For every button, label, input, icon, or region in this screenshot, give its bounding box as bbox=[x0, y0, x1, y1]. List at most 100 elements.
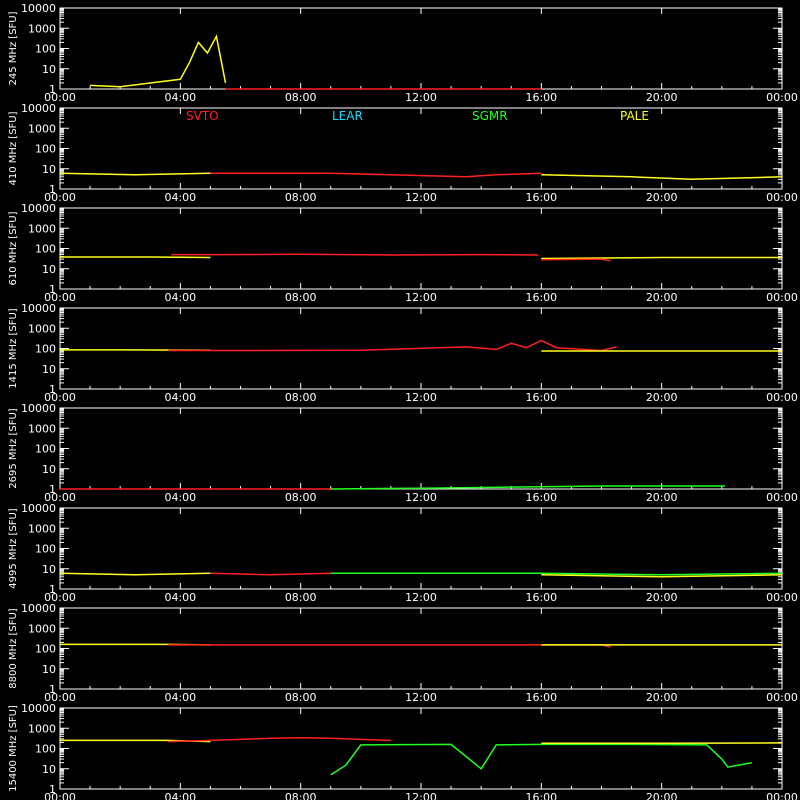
y-tick-label: 1000 bbox=[28, 222, 56, 235]
legend-svto: SVTO bbox=[186, 109, 219, 123]
x-tick-label: 12:00 bbox=[405, 791, 437, 800]
x-tick-label: 08:00 bbox=[285, 791, 317, 800]
x-tick-label: 20:00 bbox=[646, 791, 678, 800]
x-tick-label: 16:00 bbox=[525, 191, 557, 204]
panel-4995: 11010010001000000:00 04:00 08:00 12:00 16:00… bbox=[8, 502, 798, 604]
y-axis-title: 1415 MHz [SFU] bbox=[8, 308, 19, 389]
x-tick-label: 12:00 bbox=[405, 491, 437, 504]
y-tick-label: 1000 bbox=[28, 622, 56, 635]
y-axis-title: 8800 MHz [SFU] bbox=[8, 608, 19, 689]
x-tick-label: 08:00 bbox=[285, 191, 317, 204]
y-tick-label: 10000 bbox=[21, 702, 56, 715]
x-tick-label: 00:00 bbox=[766, 91, 798, 104]
y-tick-label: 100 bbox=[35, 443, 56, 456]
series-pale bbox=[60, 256, 211, 259]
series-svto bbox=[541, 258, 611, 262]
x-tick-label: 04:00 bbox=[164, 291, 196, 304]
y-tick-label: 100 bbox=[35, 643, 56, 656]
y-tick-label: 1000 bbox=[28, 22, 56, 35]
series-svto bbox=[168, 339, 617, 352]
x-tick-label: 12:00 bbox=[405, 391, 437, 404]
y-axis-title: 4995 MHz [SFU] bbox=[8, 508, 19, 589]
x-tick-label: 00:00 bbox=[766, 791, 798, 800]
y-tick-label: 10000 bbox=[21, 502, 56, 515]
x-tick-label: 00:00 bbox=[766, 691, 798, 704]
panel-frame bbox=[59, 407, 783, 490]
y-axis-title: 610 MHz [SFU] bbox=[8, 211, 19, 285]
y-tick-label: 100 bbox=[35, 543, 56, 556]
panel-frame bbox=[59, 7, 783, 90]
x-tick-label: 04:00 bbox=[164, 791, 196, 800]
x-tick-label: 16:00 bbox=[525, 291, 557, 304]
y-tick-label: 10 bbox=[42, 763, 56, 776]
x-tick-label: 08:00 bbox=[285, 91, 317, 104]
x-tick-label: 00:00 bbox=[766, 291, 798, 304]
y-tick-label: 10 bbox=[42, 163, 56, 176]
station-legend: SVTO LEAR SGMR PALE bbox=[0, 109, 800, 125]
x-tick-label: 20:00 bbox=[646, 491, 678, 504]
legend-lear: LEAR bbox=[332, 109, 363, 123]
x-tick-label: 16:00 bbox=[525, 391, 557, 404]
x-tick-label: 20:00 bbox=[646, 691, 678, 704]
y-axis-title: 2695 MHz [SFU] bbox=[8, 408, 19, 489]
x-tick-label: 16:00 bbox=[525, 591, 557, 604]
x-tick-label: 20:00 bbox=[646, 191, 678, 204]
legend-pale: PALE bbox=[620, 109, 649, 123]
series-pale bbox=[59, 572, 211, 576]
y-tick-label: 10 bbox=[42, 63, 56, 76]
series-pale bbox=[541, 256, 782, 260]
y-tick-label: 10 bbox=[42, 563, 56, 576]
x-tick-label: 20:00 bbox=[646, 291, 678, 304]
series-pale bbox=[90, 34, 227, 88]
x-tick-label: 00:00 bbox=[44, 791, 76, 800]
series-svto bbox=[210, 172, 542, 178]
x-tick-label: 16:00 bbox=[525, 491, 557, 504]
panel-610: 11010010001000000:00 04:00 08:00 12:00 16:00… bbox=[8, 202, 798, 304]
x-tick-label: 16:00 bbox=[525, 791, 557, 800]
x-tick-label: 00:00 bbox=[766, 191, 798, 204]
x-tick-label: 08:00 bbox=[285, 291, 317, 304]
legend-sgmr: SGMR bbox=[472, 109, 508, 123]
x-tick-label: 00:00 bbox=[766, 591, 798, 604]
x-tick-label: 00:00 bbox=[766, 391, 798, 404]
x-tick-label: 20:00 bbox=[646, 91, 678, 104]
x-tick-label: 12:00 bbox=[405, 191, 437, 204]
x-tick-label: 20:00 bbox=[646, 391, 678, 404]
x-tick-label: 20:00 bbox=[646, 591, 678, 604]
x-tick-label: 08:00 bbox=[285, 391, 317, 404]
y-tick-label: 10 bbox=[42, 663, 56, 676]
series-pale bbox=[59, 172, 211, 176]
x-tick-label: 12:00 bbox=[405, 591, 437, 604]
y-tick-label: 1000 bbox=[28, 722, 56, 735]
series-svto bbox=[210, 572, 331, 576]
x-tick-label: 08:00 bbox=[285, 691, 317, 704]
y-tick-label: 10000 bbox=[21, 602, 56, 615]
y-tick-label: 100 bbox=[35, 43, 56, 56]
y-tick-label: 100 bbox=[35, 743, 56, 756]
x-tick-label: 08:00 bbox=[285, 591, 317, 604]
y-tick-label: 10000 bbox=[21, 2, 56, 15]
y-tick-label: 1000 bbox=[28, 522, 56, 535]
x-tick-label: 12:00 bbox=[405, 291, 437, 304]
x-tick-label: 04:00 bbox=[164, 391, 196, 404]
panel-1415: 11010010001000000:00 04:00 08:00 12:00 16:00… bbox=[8, 302, 798, 404]
x-tick-label: 12:00 bbox=[405, 691, 437, 704]
x-tick-label: 04:00 bbox=[164, 91, 196, 104]
y-tick-label: 100 bbox=[35, 143, 56, 156]
series-pale bbox=[541, 174, 783, 181]
y-tick-label: 100 bbox=[35, 243, 56, 256]
series-svto bbox=[168, 736, 391, 743]
x-tick-label: 16:00 bbox=[525, 691, 557, 704]
y-tick-label: 1000 bbox=[28, 322, 56, 335]
x-tick-label: 04:00 bbox=[164, 491, 196, 504]
y-tick-label: 10000 bbox=[21, 202, 56, 215]
y-axis-title: 15400 MHz [SFU] bbox=[8, 705, 19, 792]
y-axis-title: 245 MHz [SFU] bbox=[8, 11, 19, 85]
y-tick-label: 10 bbox=[42, 263, 56, 276]
y-tick-label: 100 bbox=[35, 343, 56, 356]
panel-245: 11010010001000000:00 04:00 08:00 12:00 16:00… bbox=[8, 2, 798, 104]
panel-15400: 11010010001000000:00 04:00 08:00 12:00 16:00… bbox=[8, 702, 798, 800]
x-tick-label: 04:00 bbox=[164, 591, 196, 604]
x-tick-label: 04:00 bbox=[164, 691, 196, 704]
series-svto bbox=[171, 253, 539, 256]
